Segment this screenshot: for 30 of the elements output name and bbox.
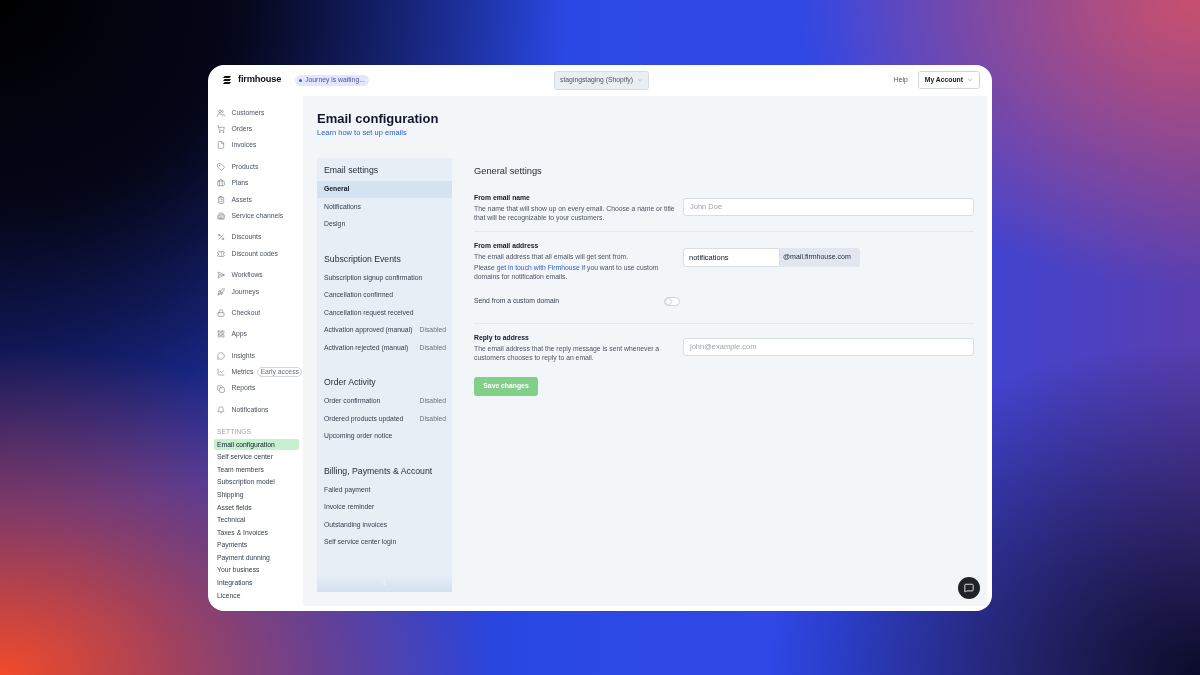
group-heading: Billing, Payments & Account — [324, 464, 433, 478]
tag-icon — [217, 162, 225, 171]
logo-text: firmhouse — [238, 75, 282, 85]
briefcase-icon — [217, 179, 225, 188]
building-icon — [217, 212, 225, 221]
group-heading: Subscription Events — [324, 252, 401, 266]
users-icon — [217, 108, 225, 117]
group-heading: Email settings — [324, 164, 379, 178]
toggle-switch[interactable] — [664, 296, 680, 306]
percent-icon — [217, 233, 225, 242]
chat-button[interactable] — [958, 576, 980, 599]
rocket-icon — [217, 287, 225, 296]
speech-bubble-icon — [217, 351, 225, 360]
logo-icon — [223, 76, 231, 84]
lock-icon — [217, 309, 225, 317]
cart-icon — [217, 125, 225, 134]
chevron-down-icon — [636, 77, 643, 83]
chat-icon — [964, 582, 974, 593]
ticket-icon — [217, 249, 225, 258]
section-title: General settings — [474, 164, 542, 178]
group-heading: Order Activity — [324, 376, 376, 390]
clipboard-icon — [217, 195, 225, 204]
chevron-down-icon — [967, 77, 973, 83]
line-chart-icon — [217, 368, 225, 377]
send-icon — [217, 271, 225, 280]
bell-icon — [217, 405, 225, 414]
grid-icon — [217, 330, 225, 339]
page-title: Email configuration — [317, 110, 439, 127]
copy-icon — [217, 384, 225, 393]
file-icon — [217, 141, 225, 150]
